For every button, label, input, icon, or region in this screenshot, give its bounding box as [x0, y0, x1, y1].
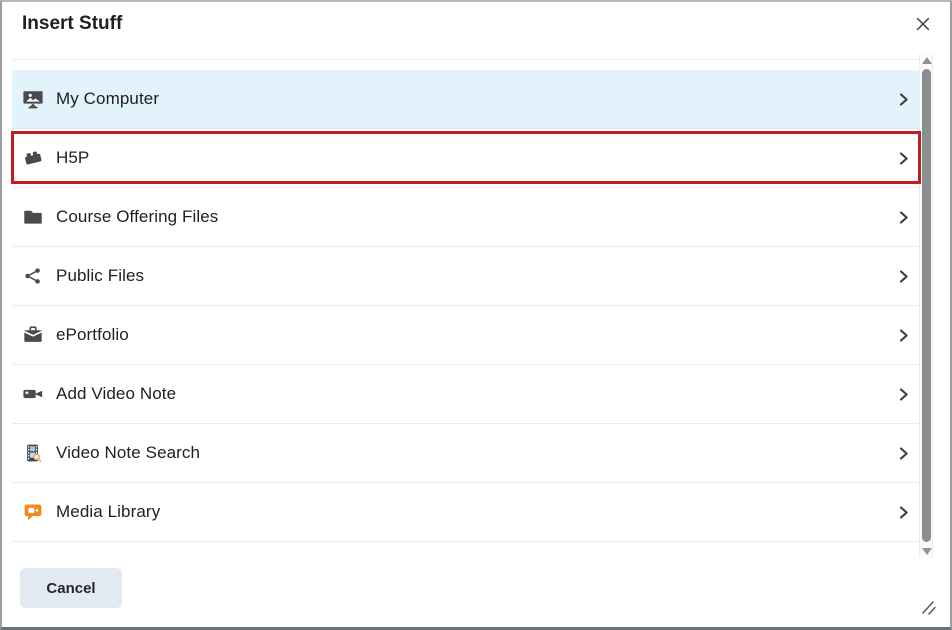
computer-monitor-icon — [22, 88, 44, 110]
close-button[interactable] — [912, 13, 934, 35]
list-item-h5p[interactable]: H5P — [12, 129, 920, 188]
list-item-add-video-note[interactable]: Add Video Note — [12, 365, 920, 424]
share-icon — [22, 265, 44, 287]
scroll-down-arrow-icon[interactable] — [922, 548, 932, 555]
video-camera-icon — [22, 383, 44, 405]
vertical-scrollbar[interactable] — [919, 54, 933, 558]
list-divider — [12, 59, 920, 60]
list-item-video-note-search[interactable]: Video Note Search — [12, 424, 920, 483]
list-item-label: Video Note Search — [56, 443, 894, 463]
chevron-right-icon — [894, 444, 912, 462]
resize-handle-icon[interactable] — [920, 599, 936, 615]
media-bubble-icon — [22, 501, 44, 523]
list-item-label: Media Library — [56, 502, 894, 522]
scrollbar-thumb[interactable] — [922, 69, 931, 542]
list-item-label: My Computer — [56, 89, 894, 109]
chevron-right-icon — [894, 90, 912, 108]
chevron-right-icon — [894, 208, 912, 226]
folder-icon — [22, 206, 44, 228]
list-item-course-offering-files[interactable]: Course Offering Files — [12, 188, 920, 247]
dialog-title: Insert Stuff — [22, 13, 122, 35]
list-item-label: Public Files — [56, 266, 894, 286]
chevron-right-icon — [894, 149, 912, 167]
insert-stuff-dialog: Insert Stuff My Computer — [0, 0, 952, 630]
insert-options-list: My Computer H5P — [12, 70, 920, 542]
film-search-icon — [22, 442, 44, 464]
briefcase-icon — [22, 324, 44, 346]
list-item-label: ePortfolio — [56, 325, 894, 345]
list-item-label: H5P — [56, 148, 894, 168]
close-icon — [914, 15, 932, 33]
list-item-my-computer[interactable]: My Computer — [12, 70, 920, 129]
chevron-right-icon — [894, 326, 912, 344]
scroll-up-arrow-icon[interactable] — [922, 57, 932, 64]
chevron-right-icon — [894, 385, 912, 403]
list-item-label: Add Video Note — [56, 384, 894, 404]
cancel-button[interactable]: Cancel — [20, 568, 122, 608]
list-item-label: Course Offering Files — [56, 207, 894, 227]
chevron-right-icon — [894, 267, 912, 285]
list-item-eportfolio[interactable]: ePortfolio — [12, 306, 920, 365]
chevron-right-icon — [894, 503, 912, 521]
list-item-public-files[interactable]: Public Files — [12, 247, 920, 306]
h5p-brick-icon — [22, 147, 44, 169]
list-item-media-library[interactable]: Media Library — [12, 483, 920, 542]
